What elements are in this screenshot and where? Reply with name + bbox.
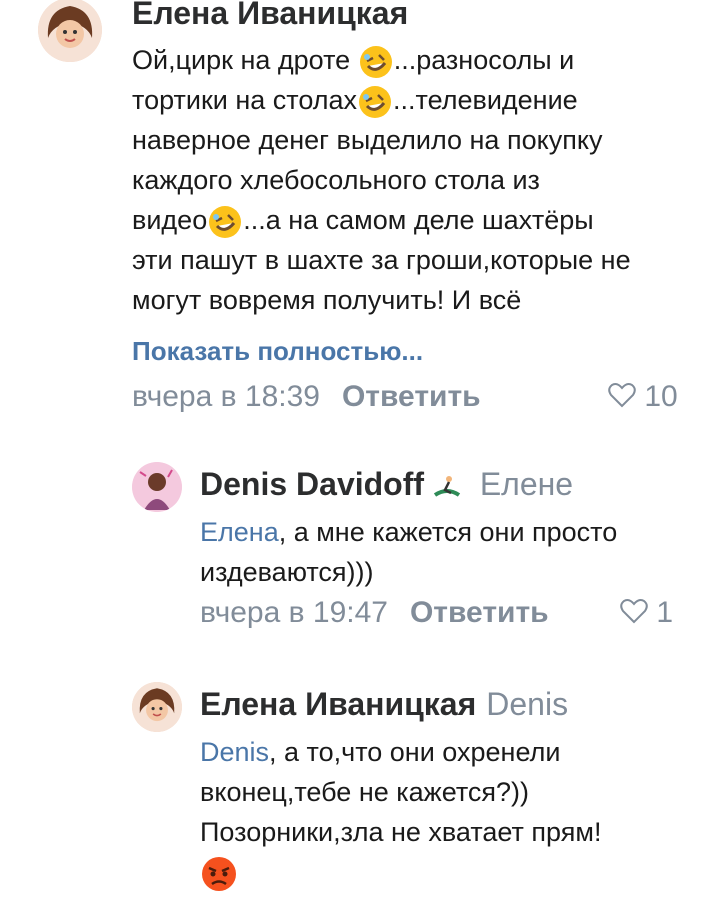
text-line: каждого хлебосольного стола из: [132, 165, 540, 195]
text-line: , а то,что они охренели: [269, 737, 561, 767]
rolling-on-floor-laughing-emoji: [209, 205, 242, 238]
comment-meta: вчера в 19:47 Ответить: [200, 596, 549, 630]
text-line: издеваются))): [200, 557, 374, 587]
reply-to[interactable]: Елене: [480, 466, 573, 502]
text-line: ...разносолы и: [393, 45, 575, 75]
comment-text: Ой,цирк на дроте ...разносолы и тортики …: [132, 40, 702, 320]
text-line: , а мне кажется они просто: [278, 517, 618, 547]
comment-time: вчера в 18:39: [132, 380, 320, 413]
like-button[interactable]: 10: [608, 380, 678, 414]
author-name[interactable]: Denis Davidoff: [200, 466, 424, 502]
comment-time: вчера в 19:47: [200, 596, 388, 629]
comment-3: Елена Иваницкая Denis Denis, а то,что они…: [0, 670, 720, 898]
reply-to[interactable]: Denis: [486, 686, 568, 722]
heart-outline-icon: [608, 383, 636, 408]
like-button[interactable]: 1: [620, 596, 673, 630]
text-line: эти пашут в шахте за гроши,которые не: [132, 245, 631, 275]
comment-text: Елена, а мне кажется они просто издевают…: [200, 512, 700, 592]
avatar[interactable]: [132, 462, 182, 512]
text-line: вконец,тебе не кажется?)): [200, 777, 530, 807]
like-count: 1: [656, 596, 674, 629]
comment-meta: вчера в 18:39 Ответить: [132, 380, 481, 414]
text-line: ...телевидение: [393, 85, 578, 115]
angry-face-emoji: [202, 856, 236, 891]
comment-1: Елена Иваницкая Ой,цирк на дроте ...разн…: [0, 0, 720, 430]
text-line: ...а на самом деле шахтёры: [243, 205, 594, 235]
text-line: наверное денег выделило на покупку: [132, 125, 603, 155]
text-line: могут вовремя получить! И всё: [132, 285, 522, 315]
like-count: 10: [644, 380, 678, 413]
avatar[interactable]: [132, 682, 182, 732]
text-line: Позорники,зла не хватает прям!: [200, 817, 602, 847]
comment-text: Denis, а то,что они охренели вконец,тебе…: [200, 732, 710, 893]
comment-author[interactable]: Елена Иваницкая: [132, 0, 408, 32]
avatar[interactable]: [38, 0, 102, 62]
text-line: видео: [132, 205, 208, 235]
comment-author: Елена Иваницкая Denis: [200, 686, 568, 723]
heart-outline-icon: [620, 599, 648, 624]
reply-button[interactable]: Ответить: [410, 596, 549, 629]
show-more-link[interactable]: Показать полностью...: [132, 336, 423, 367]
rolling-on-floor-laughing-emoji: [359, 45, 392, 78]
reply-button[interactable]: Ответить: [342, 380, 481, 413]
surfer-emoji: [433, 475, 461, 497]
rolling-on-floor-laughing-emoji: [359, 85, 392, 118]
text-line: Ой,цирк на дроте: [132, 45, 351, 75]
mention-link[interactable]: Елена: [200, 517, 279, 547]
comment-2: Denis Davidoff Елене Елена, а мне кажетс…: [0, 450, 720, 650]
comment-author: Denis Davidoff Елене: [200, 466, 573, 503]
author-name[interactable]: Елена Иваницкая: [200, 686, 476, 722]
text-line: тортики на столах: [132, 85, 358, 115]
mention-link[interactable]: Denis: [200, 737, 269, 767]
